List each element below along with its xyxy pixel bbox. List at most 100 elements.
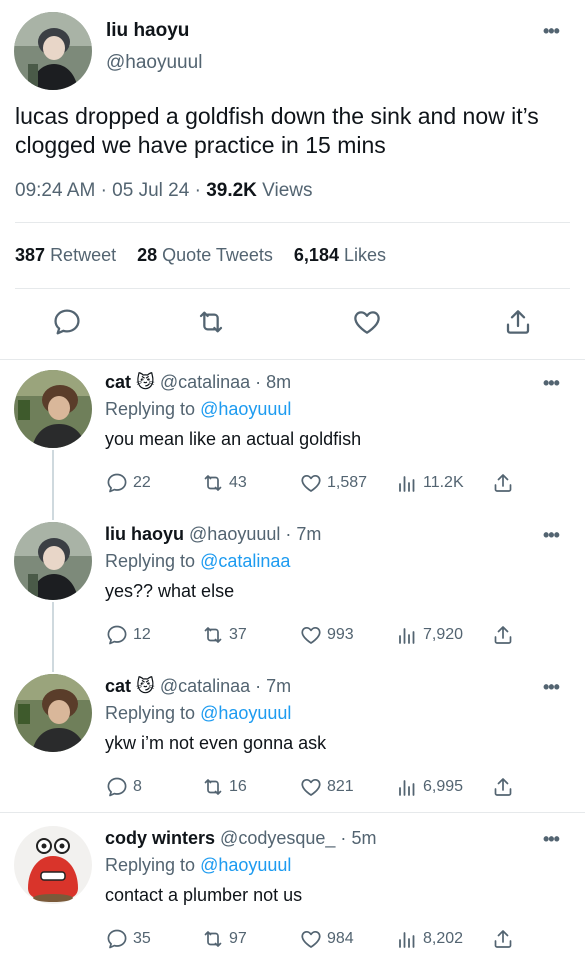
divider (15, 222, 570, 223)
like-icon[interactable] (351, 306, 383, 338)
author-name[interactable]: liu haoyu (106, 20, 189, 42)
like-icon (299, 623, 323, 647)
like-count: 821 (327, 778, 354, 795)
like-button[interactable]: 993 (299, 622, 354, 648)
reply-author-handle[interactable]: @codyesque_ (220, 828, 335, 848)
engagement-stats: 387 Retweet 28 Quote Tweets 6,184 Likes (15, 245, 402, 266)
reply-icon (105, 471, 129, 495)
reply-author-handle[interactable]: @catalinaa (160, 676, 250, 696)
more-options-icon[interactable]: ••• (543, 830, 560, 848)
reply-actions: 12 37 993 7,920 (105, 622, 525, 648)
like-count: 984 (327, 930, 354, 947)
reply-author-handle[interactable]: @catalinaa (160, 372, 250, 392)
replying-to-link[interactable]: @haoyuuul (200, 399, 291, 419)
reply-icon (105, 623, 129, 647)
tweet-meta: 09:24 AM · 05 Jul 24 · 39.2K Views (15, 180, 313, 202)
retweet-count: 43 (229, 474, 247, 491)
views-button[interactable]: 11.2K (395, 470, 464, 496)
reply-time[interactable]: 7m (296, 524, 321, 544)
like-count: 993 (327, 626, 354, 643)
reply-author-name[interactable]: liu haoyu (105, 524, 184, 544)
reply-time[interactable]: 7m (266, 676, 291, 696)
reply-author-name[interactable]: cody winters (105, 828, 215, 848)
avatar-cat[interactable] (14, 370, 92, 448)
share-icon[interactable] (502, 306, 534, 338)
retweet-count: 16 (229, 778, 247, 795)
avatar-cat[interactable] (14, 674, 92, 752)
divider (0, 359, 585, 360)
reply-header: cat 😼 @catalinaa · 8m (105, 372, 291, 393)
views-icon (395, 775, 419, 799)
like-button[interactable]: 984 (299, 926, 354, 952)
replying-prefix: Replying to (105, 551, 196, 571)
retweet-icon[interactable] (195, 306, 227, 338)
thread-line (52, 602, 54, 672)
replying-to-link[interactable]: @catalinaa (200, 551, 290, 571)
author-handle[interactable]: @haoyuuul (106, 52, 202, 74)
retweet-button[interactable]: 43 (201, 470, 247, 496)
replying-to: Replying to @haoyuuul (105, 703, 291, 724)
views-label: Views (262, 180, 313, 201)
retweet-button[interactable]: 97 (201, 926, 247, 952)
reply-header: cody winters @codyesque_ · 5m (105, 828, 376, 849)
views-button[interactable]: 6,995 (395, 774, 463, 800)
retweet-button[interactable]: 37 (201, 622, 247, 648)
like-icon (299, 471, 323, 495)
like-button[interactable]: 821 (299, 774, 354, 800)
divider (15, 288, 570, 289)
share-button[interactable] (491, 622, 519, 648)
reply-time[interactable]: 8m (266, 372, 291, 392)
reply-button[interactable]: 8 (105, 774, 142, 800)
more-options-icon[interactable]: ••• (543, 374, 560, 392)
reply-count: 8 (133, 778, 142, 795)
reply-author-handle[interactable]: @haoyuuul (189, 524, 280, 544)
replying-prefix: Replying to (105, 703, 196, 723)
reply-icon (105, 775, 129, 799)
retweet-button[interactable]: 16 (201, 774, 247, 800)
retweet-icon (201, 927, 225, 951)
avatar-liu-haoyu[interactable] (14, 522, 92, 600)
share-button[interactable] (491, 774, 519, 800)
share-button[interactable] (491, 926, 519, 952)
share-button[interactable] (491, 470, 519, 496)
separator-dot: · (255, 372, 262, 392)
reply-button[interactable]: 35 (105, 926, 151, 952)
reply-text: ykw i’m not even gonna ask (105, 733, 327, 753)
reply-count: 22 (133, 474, 151, 491)
retweets-stat[interactable]: 387 Retweet (15, 245, 116, 265)
replying-to: Replying to @catalinaa (105, 551, 290, 572)
likes-stat[interactable]: 6,184 Likes (294, 245, 386, 265)
avatar-cody-winters[interactable] (14, 826, 92, 904)
cat-emoji: 😼 (136, 372, 155, 392)
views-count: 39.2K (206, 180, 257, 201)
reply-time[interactable]: 5m (351, 828, 376, 848)
more-options-icon[interactable]: ••• (543, 526, 560, 544)
tweet-time: 09:24 AM (15, 180, 96, 201)
more-options-icon[interactable]: ••• (543, 22, 560, 40)
more-options-icon[interactable]: ••• (543, 678, 560, 696)
avatar-liu-haoyu[interactable] (14, 12, 92, 90)
share-icon (491, 775, 515, 799)
views-button[interactable]: 8,202 (395, 926, 463, 952)
reply-text: contact a plumber not us (105, 885, 303, 905)
separator-dot: · (255, 676, 262, 696)
quote-tweets-stat[interactable]: 28 Quote Tweets (137, 245, 273, 265)
divider (0, 812, 585, 813)
reply-icon[interactable] (51, 306, 83, 338)
replying-to: Replying to @haoyuuul (105, 399, 291, 420)
views-count: 11.2K (423, 474, 464, 491)
reply-button[interactable]: 12 (105, 622, 151, 648)
reply-button[interactable]: 22 (105, 470, 151, 496)
cat-emoji: 😼 (136, 676, 155, 696)
reply-author-name[interactable]: cat (105, 372, 131, 392)
replying-prefix: Replying to (105, 399, 196, 419)
retweet-count: 37 (229, 626, 247, 643)
views-button[interactable]: 7,920 (395, 622, 463, 648)
like-button[interactable]: 1,587 (299, 470, 367, 496)
reply-text: yes?? what else (105, 581, 235, 601)
views-count: 6,995 (423, 778, 464, 795)
reply-author-name[interactable]: cat (105, 676, 131, 696)
replying-to-link[interactable]: @haoyuuul (200, 703, 291, 723)
main-actions-bar (0, 306, 585, 342)
replying-to-link[interactable]: @haoyuuul (200, 855, 291, 875)
